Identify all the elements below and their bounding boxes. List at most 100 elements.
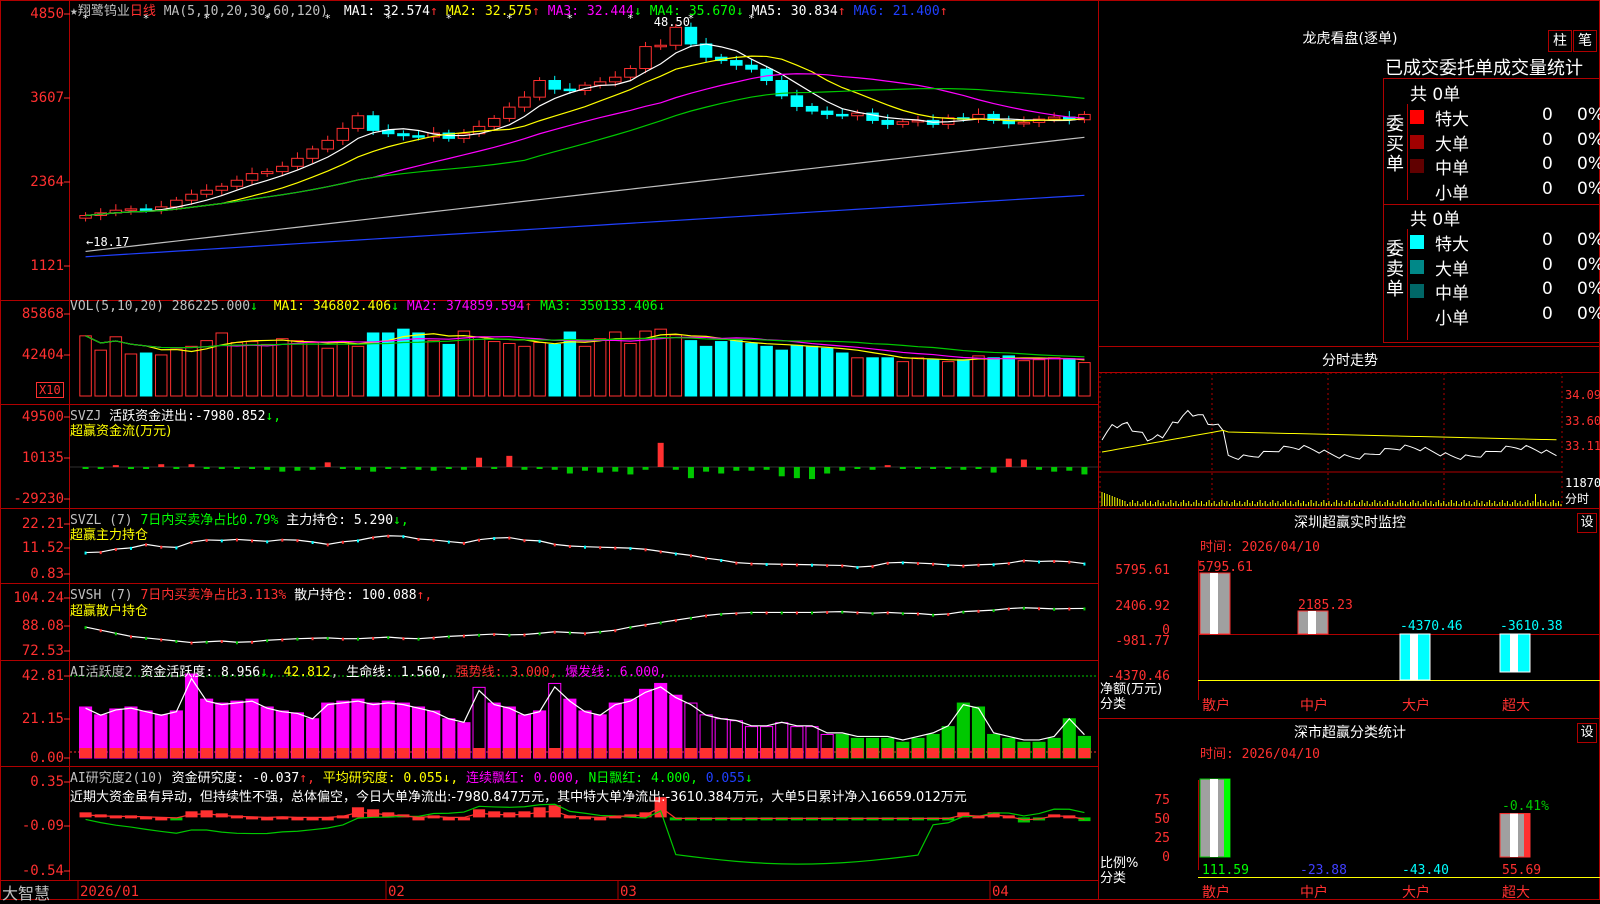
svsh-tick [99, 629, 102, 633]
ai-active-base [442, 748, 455, 758]
ai-active-base [881, 748, 894, 758]
monitor-unit-line1: 净额(万元) [1100, 682, 1163, 697]
order-count: 0 [1542, 178, 1553, 199]
favorite-star-icon[interactable]: ★ [70, 4, 78, 19]
svsh-tick [160, 638, 163, 642]
ma-dir-icon: ↑ [837, 4, 846, 19]
ai-active-dir: ↓, [260, 665, 276, 680]
svzl-tick [962, 564, 965, 568]
svsh-tick [205, 640, 208, 644]
candle [336, 127, 350, 141]
svzl-ratio: 7日内买卖净占比0.79% [140, 513, 279, 528]
vol-unit[interactable]: X10 [36, 382, 64, 398]
svzj-bar [854, 467, 861, 469]
svzl-tick [629, 547, 632, 551]
svzl-tick [659, 550, 662, 554]
y-tick-label: 85868 [22, 306, 64, 322]
ai-active-base [124, 748, 138, 758]
y-tick-label: 72.53 [22, 643, 64, 659]
ai-research-dir: ↑, [299, 771, 315, 786]
order-pct: 0% [1577, 178, 1600, 199]
volume-bar [260, 343, 274, 397]
tick-mode-button[interactable]: 笔 [1573, 30, 1597, 52]
ma-item: MA5: 30.834↑ [752, 4, 846, 19]
strong-label: 强势线: [455, 665, 503, 680]
volume-bar [730, 340, 743, 397]
svzl-tick [886, 561, 889, 565]
svzl-tick [432, 538, 435, 542]
ma-values: MA1: 32.574↑ MA2: 32.575↑ MA3: 32.444↓ MA4:… [336, 4, 948, 19]
svzl-line [85, 535, 1085, 568]
candle [1047, 116, 1061, 120]
svsh-tick [372, 636, 375, 640]
svzl-tick [977, 563, 980, 567]
y-tick-label: 11.52 [22, 540, 64, 556]
candle [684, 26, 698, 45]
svzj-bar [460, 467, 467, 470]
svzj-bar [218, 467, 225, 469]
y-tick-label: 42404 [22, 347, 64, 363]
svzl-label: 主力持仓: [286, 513, 347, 528]
brand-logo[interactable]: 大智慧 [2, 880, 50, 904]
volume-bar [503, 342, 516, 397]
svsh-subtitle: 超赢散户持仓 [70, 604, 149, 619]
y-tick-label: 4850 [30, 6, 64, 22]
ai-active-base [1048, 748, 1061, 758]
svsh-tick [266, 639, 269, 643]
svsh-tick [235, 641, 238, 645]
volume-bar [109, 336, 123, 397]
last-dir: ↓ [744, 771, 753, 786]
svzl-tick [947, 563, 950, 567]
volume-bar [851, 357, 864, 397]
ai-active-base [1002, 748, 1015, 758]
ai-active-base [321, 748, 334, 758]
ai-active-header: AI活跃度2 资金活跃度: 8.956↓, 42.812, 生命线: 1.560… [70, 665, 667, 680]
monitor-settings-button[interactable]: 设 [1577, 513, 1597, 533]
bar-mode-button[interactable]: 柱 [1548, 30, 1572, 52]
svzl-tick [251, 539, 254, 543]
order-stat-row: 特大 0 0% [1410, 230, 1600, 255]
ma-item: MA2: 374859.594↑ [407, 299, 532, 314]
ai-active-base [185, 748, 198, 758]
candle [533, 80, 546, 98]
ma-label: MA3: [540, 299, 572, 314]
svsh-tick [856, 611, 859, 615]
stock-chart-canvas[interactable]: 4850 3607 2364 1121 85868 42404 49500 10135 -292… [0, 0, 1600, 900]
ai-active-base [140, 748, 153, 758]
y-tick-label: 0.00 [30, 750, 64, 766]
volume-bar [836, 352, 849, 397]
svzj-bar [1051, 467, 1058, 472]
n-value: 4.000, [650, 771, 698, 786]
monitor-unit-line2: 分类 [1100, 697, 1127, 712]
order-stat-row: 小单 0 0% [1410, 304, 1600, 329]
class-settings-button[interactable]: 设 [1577, 723, 1597, 743]
svzj-bar [309, 467, 316, 470]
order-pct: 0% [1577, 129, 1600, 150]
ai-active-base [533, 748, 546, 758]
volume-bar [866, 357, 879, 397]
ma-params: MA(5,10,20,30,60,120) [163, 4, 329, 19]
monitor-y-tick: 2406.92 [1115, 599, 1170, 614]
monitor-bar-highlight [1210, 573, 1218, 634]
svzl-tick [190, 541, 193, 545]
candle [699, 43, 713, 58]
svzl-tick [1007, 562, 1010, 566]
monitor-bar-value: 2185.23 [1298, 598, 1353, 613]
y-tick-label: -0.09 [22, 818, 64, 834]
y-tick-label: 0.83 [30, 566, 64, 582]
svsh-tick [326, 636, 329, 640]
svsh-tick [281, 638, 284, 642]
order-pct: 0% [1577, 254, 1600, 275]
svsh-tick [644, 623, 647, 627]
svsh-tick [947, 612, 950, 616]
order-type: 大单 [1435, 134, 1469, 155]
svzj-bar [1066, 467, 1073, 471]
period-label[interactable]: 日线 [130, 4, 156, 19]
dragon-title: 龙虎看盘(逐单) [1302, 31, 1398, 47]
svzl-tick [720, 559, 723, 563]
svzj-bar [143, 467, 150, 469]
svzl-subtitle: 超赢主力持仓 [70, 528, 149, 543]
svzj-bar [612, 467, 619, 472]
outer-frame [0, 0, 1600, 900]
svzj-bar [642, 467, 649, 470]
